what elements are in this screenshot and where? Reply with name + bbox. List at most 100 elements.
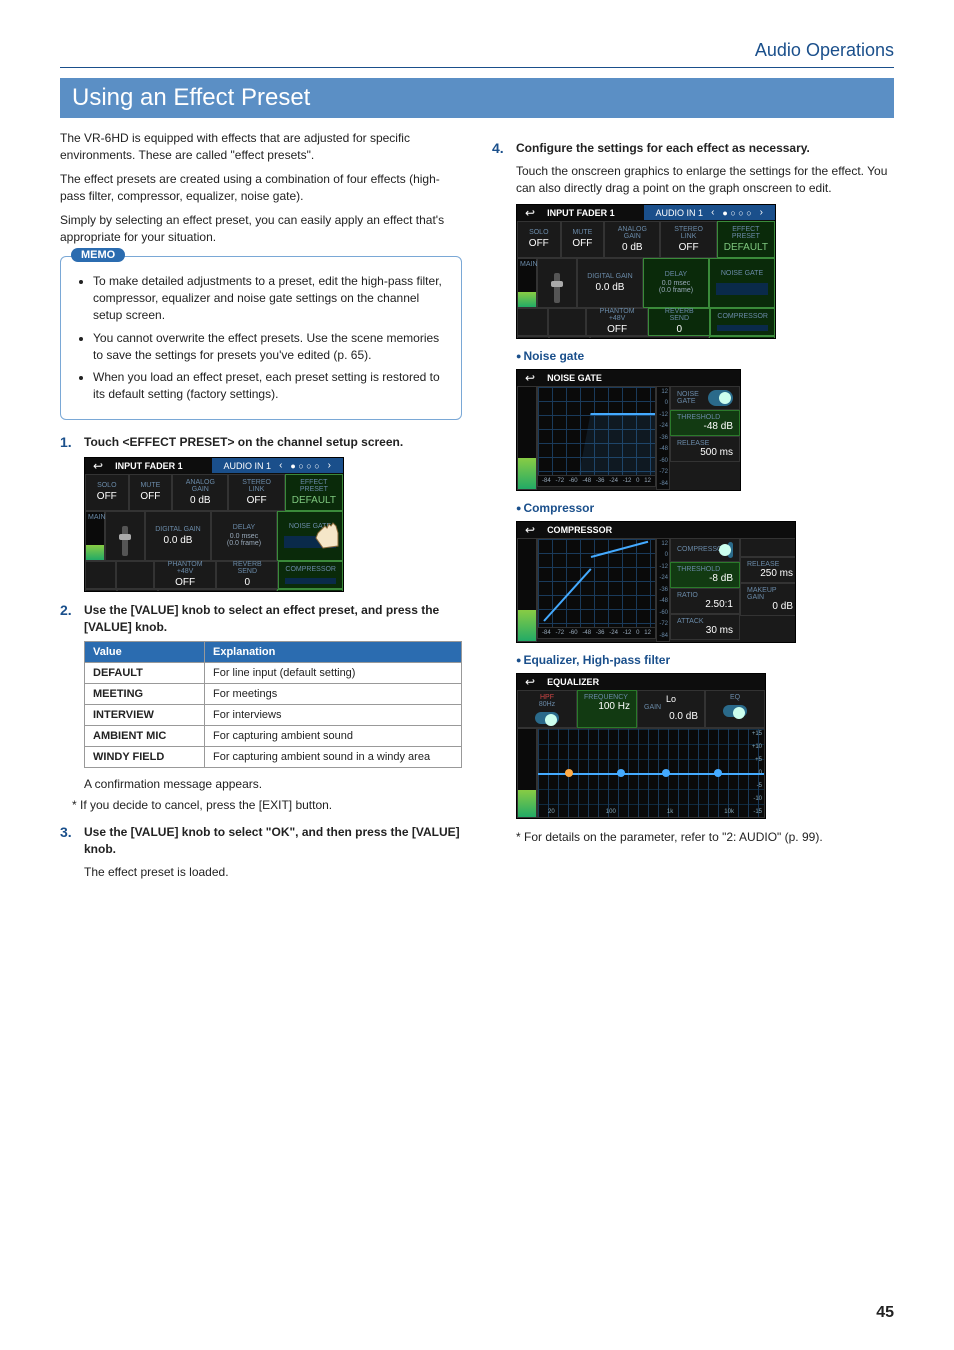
effect-preset-label: EFFECT PRESET <box>724 226 768 240</box>
phantom-value[interactable]: OFF <box>161 577 209 588</box>
table-row: AMBIENT MICFor capturing ambient sound <box>85 726 462 747</box>
chevron-left-icon[interactable]: ‹ <box>711 207 714 218</box>
compressor-thumb[interactable] <box>285 578 336 584</box>
release-value[interactable]: 250 ms <box>747 568 793 579</box>
preset-name: AMBIENT MIC <box>85 726 205 747</box>
compressor-thumb[interactable] <box>717 325 768 331</box>
back-icon[interactable]: ↩ <box>517 206 543 220</box>
channel-tab[interactable]: AUDIO IN 1 ‹ ● ○ ○ ○ › <box>212 458 343 473</box>
mute-value[interactable]: OFF <box>136 491 166 502</box>
analog-gain-label: ANALOG GAIN <box>179 479 221 493</box>
back-icon[interactable]: ↩ <box>517 675 543 689</box>
noise-gate-label: NOISE GATE <box>716 270 768 277</box>
noise-gate-label: NOISE GATE <box>284 523 336 530</box>
makeup-label: MAKEUP GAIN <box>747 587 793 601</box>
solo-value[interactable]: OFF <box>92 491 122 502</box>
analog-gain-value[interactable]: 0 dB <box>179 495 221 506</box>
noise-gate-toggle[interactable] <box>708 390 733 406</box>
solo-value[interactable]: OFF <box>524 238 554 249</box>
phantom-label: PHANTOM +48V <box>161 561 209 575</box>
compressor-screenshot: ↩ COMPRESSOR -84-72-60-48-36-24-12012 12… <box>516 521 796 643</box>
pager-dots: ● ○ ○ ○ <box>722 208 751 218</box>
pager-dots: ● ○ ○ ○ <box>290 461 319 471</box>
mute-label: MUTE <box>136 482 166 489</box>
compressor-toggle[interactable] <box>728 542 733 558</box>
preset-desc: For capturing ambient sound <box>205 726 462 747</box>
y-scale: 120-12-24-36-48-60-72-84 <box>656 386 670 490</box>
table-row: MEETINGFor meetings <box>85 684 462 705</box>
memo-item: You cannot overwrite the effect presets.… <box>93 330 449 364</box>
threshold-value[interactable]: -48 dB <box>677 421 733 432</box>
chevron-right-icon[interactable]: › <box>760 207 763 218</box>
equalizer-graph[interactable]: +15+10+50-5-10-15 201001k10k <box>537 728 765 818</box>
noise-gate-thumb[interactable] <box>716 283 768 295</box>
attack-value[interactable]: 30 ms <box>677 625 733 636</box>
noise-gate-toggle-label: NOISE GATE <box>677 391 708 405</box>
step-text: Touch <EFFECT PRESET> on the channel set… <box>84 434 462 451</box>
lo-band-label: Lo <box>644 694 698 704</box>
stereo-link-value[interactable]: OFF <box>667 242 709 253</box>
memo-box: MEMO To make detailed adjustments to a p… <box>60 256 462 420</box>
preset-name: WINDY FIELD <box>85 747 205 768</box>
delay-msec[interactable]: 0.0 msec <box>218 533 270 540</box>
effect-preset-button[interactable]: DEFAULT <box>292 495 336 506</box>
reverb-send-value[interactable]: 0 <box>223 577 271 588</box>
back-icon[interactable]: ↩ <box>517 523 543 537</box>
hpf-toggle[interactable] <box>535 712 559 724</box>
gain-value[interactable]: 0.0 dB <box>644 711 698 722</box>
compressor-graph[interactable] <box>537 538 656 628</box>
effect-preset-label: EFFECT PRESET <box>292 479 336 493</box>
x-scale: -84-72-60-48-36-24-12012 <box>537 628 656 639</box>
screen-title: EQUALIZER <box>543 677 603 687</box>
tab-label: AUDIO IN 1 <box>224 461 272 471</box>
level-meter <box>517 728 537 818</box>
ratio-label: RATIO <box>677 592 733 599</box>
stereo-link-value[interactable]: OFF <box>235 495 277 506</box>
step-4-sub: Touch the onscreen graphics to enlarge t… <box>516 163 894 198</box>
eq-x-ticks: 201001k10k <box>548 809 734 815</box>
delay-frame: (0.0 frame) <box>650 287 702 294</box>
table-row: INTERVIEWFor interviews <box>85 705 462 726</box>
threshold-label: THRESHOLD <box>677 414 733 421</box>
reverb-send-value[interactable]: 0 <box>655 324 703 335</box>
intro-p3: Simply by selecting an effect preset, yo… <box>60 212 462 247</box>
back-icon[interactable]: ↩ <box>85 459 111 473</box>
step-number: 3. <box>60 824 76 858</box>
chevron-left-icon[interactable]: ‹ <box>279 460 282 471</box>
analog-gain-label: ANALOG GAIN <box>611 226 653 240</box>
analog-gain-value[interactable]: 0 dB <box>611 242 653 253</box>
main-label: MAIN <box>518 259 536 270</box>
channel-tab[interactable]: AUDIO IN 1 ‹ ● ○ ○ ○ › <box>644 205 775 220</box>
delay-label: DELAY <box>218 524 270 531</box>
level-meter: MAIN <box>85 511 105 561</box>
delay-label: DELAY <box>650 271 702 278</box>
phantom-value[interactable]: OFF <box>593 324 641 335</box>
effect-preset-button[interactable]: DEFAULT <box>724 242 768 253</box>
frequency-value[interactable]: 100 Hz <box>584 701 630 712</box>
noise-gate-thumb[interactable] <box>284 536 336 548</box>
solo-label: SOLO <box>92 482 122 489</box>
digital-gain-value[interactable]: 0.0 dB <box>584 282 636 293</box>
threshold-value[interactable]: -8 dB <box>677 573 733 584</box>
preset-name: INTERVIEW <box>85 705 205 726</box>
intro-p2: The effect presets are created using a c… <box>60 171 462 206</box>
delay-msec[interactable]: 0.0 msec <box>650 280 702 287</box>
back-icon[interactable]: ↩ <box>517 371 543 385</box>
screen-title: INPUT FADER 1 <box>111 461 187 471</box>
digital-gain-value[interactable]: 0.0 dB <box>152 535 204 546</box>
ratio-value[interactable]: 2.50:1 <box>677 599 733 610</box>
chevron-right-icon[interactable]: › <box>328 460 331 471</box>
confirm-text: A confirmation message appears. <box>84 776 462 793</box>
makeup-value[interactable]: 0 dB <box>747 601 793 612</box>
eq-toggle[interactable] <box>723 705 747 717</box>
solo-label: SOLO <box>524 229 554 236</box>
mute-value[interactable]: OFF <box>568 238 598 249</box>
right-column: 4. Configure the settings for each effec… <box>492 130 894 887</box>
stereo-link-label: STEREO LINK <box>667 226 709 240</box>
noise-gate-graph[interactable] <box>537 386 656 476</box>
screen-title: COMPRESSOR <box>543 525 616 535</box>
step-number: 2. <box>60 602 76 636</box>
screen-title: NOISE GATE <box>543 373 606 383</box>
preset-desc: For capturing ambient sound in a windy a… <box>205 747 462 768</box>
release-value[interactable]: 500 ms <box>677 447 733 458</box>
